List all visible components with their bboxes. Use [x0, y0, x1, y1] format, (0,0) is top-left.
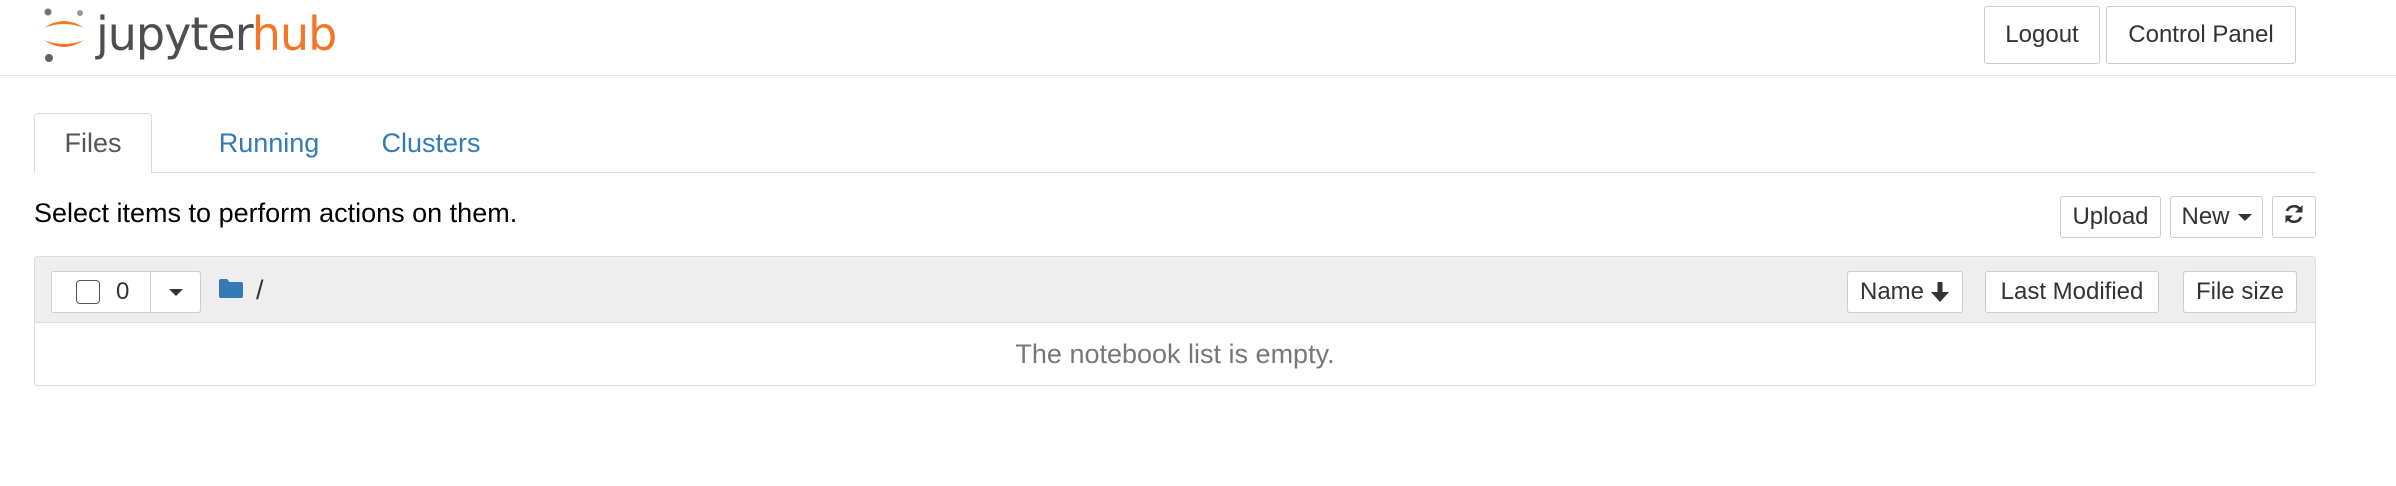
jupyter-logo-icon — [40, 6, 88, 62]
tab-files[interactable]: Files — [34, 113, 152, 174]
select-menu-dropdown[interactable] — [151, 271, 201, 313]
chevron-down-icon — [168, 288, 183, 296]
selected-count: 0 — [116, 278, 130, 305]
select-all-group: 0 — [51, 271, 201, 313]
logo-text-main: jupyter — [96, 7, 253, 61]
tab-clusters[interactable]: Clusters — [346, 113, 516, 173]
sort-by-size-button[interactable]: File size — [2183, 271, 2297, 313]
breadcrumb: / — [218, 275, 264, 306]
chevron-down-icon — [2237, 213, 2252, 221]
select-all-checkbox[interactable] — [76, 280, 100, 304]
logout-button[interactable]: Logout — [1984, 6, 2100, 64]
new-dropdown-button[interactable]: New — [2170, 196, 2263, 238]
arrow-down-icon — [1930, 281, 1950, 303]
select-all-toggle[interactable]: 0 — [51, 271, 151, 313]
sort-name-label: Name — [1859, 278, 1925, 305]
top-navbar: jupyterhub Logout Control Panel — [0, 0, 2396, 76]
tab-bar: Files Running Clusters — [34, 113, 2316, 174]
logo-text-accent: hub — [251, 7, 338, 61]
sort-by-name-button[interactable]: Name — [1847, 271, 1963, 313]
new-button-label: New — [2181, 203, 2230, 230]
sort-by-modified-button[interactable]: Last Modified — [1985, 271, 2159, 313]
upload-button[interactable]: Upload — [2060, 196, 2161, 238]
refresh-icon — [2283, 203, 2305, 232]
folder-icon[interactable] — [218, 277, 244, 304]
empty-list-message: The notebook list is empty. — [1015, 338, 1335, 369]
notebook-list-header: 0 / Name Last Modified File size — [35, 257, 2315, 323]
tab-running[interactable]: Running — [184, 113, 354, 173]
notebook-list: 0 / Name Last Modified File size The not… — [34, 256, 2316, 386]
control-panel-button[interactable]: Control Panel — [2106, 6, 2296, 64]
breadcrumb-root[interactable]: / — [256, 275, 264, 306]
logo-text: jupyterhub — [96, 11, 337, 57]
refresh-button[interactable] — [2272, 196, 2316, 238]
jupyterhub-logo[interactable]: jupyterhub — [40, 2, 337, 66]
selection-hint: Select items to perform actions on them. — [34, 198, 518, 228]
